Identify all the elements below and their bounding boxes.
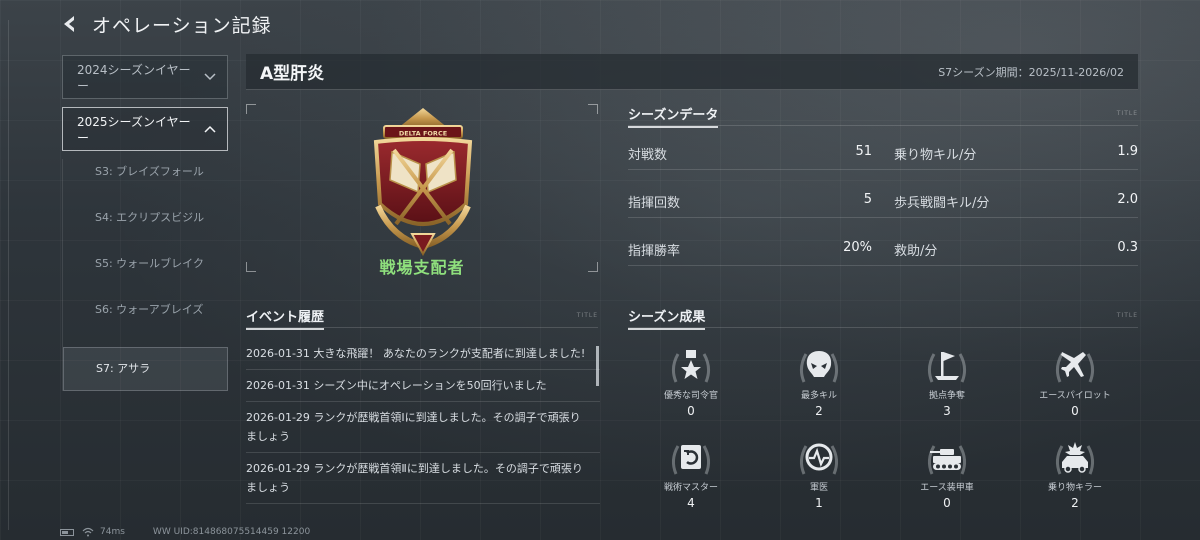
achievement-value: 2 xyxy=(815,404,823,418)
jet-icon xyxy=(1055,352,1095,383)
stat-row: 指揮回数 5 歩兵戦闘キル/分 2.0 xyxy=(628,184,1138,218)
achievement-most-kills[interactable]: 最多キル 2 xyxy=(756,340,882,424)
section-tag: TITLE xyxy=(576,312,598,319)
achievement-label: 優秀な司令官 xyxy=(663,391,718,401)
season-data-header: シーズンデータ TITLE xyxy=(628,104,1138,128)
achievement-armored-ace[interactable]: エース装甲車 0 xyxy=(884,432,1010,516)
season-year-label: 2024シーズンイヤー xyxy=(77,63,191,77)
achievement-value: 0 xyxy=(943,496,951,510)
stat-label: 乗り物キル/分 xyxy=(894,148,977,163)
event-item: 2026-01-31 大きな飛躍！ あなたのランクが支配者に到達しました! xyxy=(246,338,600,370)
achievement-label: 最多キル xyxy=(800,391,837,401)
stat-label: 対戦数 xyxy=(628,148,668,163)
user-uid: WW UID:814868075514459 12200 xyxy=(152,527,311,537)
stat-label: 指揮勝率 xyxy=(628,244,681,259)
season-year-2024[interactable]: 2024シーズンイヤーー xyxy=(62,55,228,99)
section-title: シーズン成果 xyxy=(628,306,706,330)
season-item-s4[interactable]: S4: エクリプスビジル xyxy=(63,205,228,251)
stat-label: 歩兵戦闘キル/分 xyxy=(894,196,990,211)
achievement-ace-pilot[interactable]: エースパイロット 0 xyxy=(1012,340,1138,424)
achievement-value: 2 xyxy=(1071,496,1079,510)
stat-value: 2.0 xyxy=(1117,192,1138,207)
achievement-label: 戦術マスター xyxy=(663,483,718,493)
achievement-label: 乗り物キラー xyxy=(1047,483,1102,493)
achievement-label: エース装甲車 xyxy=(920,483,974,493)
badge-text: DELTA FORCE xyxy=(399,130,447,138)
achievement-value: 0 xyxy=(687,404,695,418)
rank-badge-panel: DELTA FORCE 戦場支配者 xyxy=(246,104,598,277)
stat-value: 5 xyxy=(863,192,872,207)
skull-icon xyxy=(799,351,839,383)
profile-title-bar: A型肝炎 S7シーズン期間：2025/11-2026/02 xyxy=(246,54,1138,90)
back-arrow-icon xyxy=(64,16,74,32)
back-button[interactable] xyxy=(58,12,82,36)
medic-pulse-icon xyxy=(799,443,839,475)
ping-value: 74ms xyxy=(100,527,125,537)
achievement-label: 拠点争奪 xyxy=(928,391,965,401)
stat-value: 0.3 xyxy=(1117,240,1138,255)
season-year-2025[interactable]: 2025シーズンイヤーー xyxy=(62,107,228,151)
flag-capture-icon xyxy=(927,352,967,383)
frame-bracket xyxy=(8,20,18,530)
event-item: 2026-01-31 シーズン中にオペレーションを50回行いました xyxy=(246,370,600,402)
achievements-grid: 優秀な司令官 0 最多キル 2 拠点争奪 3 エースパイロット 0 戦術マスター… xyxy=(628,340,1138,518)
achievement-capture[interactable]: 拠点争奪 3 xyxy=(884,340,1010,424)
event-item: 2026-01-29 ランクが歴戦首領Ⅰに到達しました。その調子で頑張りましょう xyxy=(246,402,600,453)
season-item-s6[interactable]: S6: ウォーアブレイズ xyxy=(63,297,228,343)
battery-icon xyxy=(60,528,74,536)
season-achievements-header: シーズン成果 TITLE xyxy=(628,306,1138,330)
page-header: オペレーション記録 xyxy=(58,8,272,40)
season-item-s5[interactable]: S5: ウォールブレイク xyxy=(63,251,228,297)
section-tag: TITLE xyxy=(1116,110,1138,117)
season-item-s3[interactable]: S3: ブレイズフォール xyxy=(63,159,228,205)
stat-value: 1.9 xyxy=(1117,144,1138,159)
event-history-header: イベント履歴 TITLE xyxy=(246,306,598,330)
stat-row: 対戦数 51 乗り物キル/分 1.9 xyxy=(628,136,1138,170)
achievement-vehicle-killer[interactable]: 乗り物キラー 2 xyxy=(1012,432,1138,516)
season-list: S3: ブレイズフォール S4: エクリプスビジル S5: ウォールブレイク S… xyxy=(62,159,228,391)
stat-label: 指揮回数 xyxy=(628,196,681,211)
achievement-value: 3 xyxy=(943,404,951,418)
chevron-down-icon xyxy=(204,73,216,81)
tactics-icon xyxy=(671,445,711,475)
season-period: S7シーズン期間：2025/11-2026/02 xyxy=(938,65,1124,79)
wifi-icon xyxy=(82,527,94,537)
achievement-label: エースパイロット xyxy=(1039,391,1111,401)
section-title: シーズンデータ xyxy=(628,104,719,128)
season-item-s7[interactable]: S7: アサラ xyxy=(63,347,228,391)
section-tag: TITLE xyxy=(1116,312,1138,319)
tank-icon xyxy=(927,445,967,475)
vehicle-explosion-icon xyxy=(1055,442,1095,475)
stat-row: 指揮勝率 20% 救助/分 0.3 xyxy=(628,232,1138,266)
rank-name: 戦場支配者 xyxy=(379,258,465,277)
page-title: オペレーション記録 xyxy=(92,14,272,37)
season-nav: 2024シーズンイヤーー 2025シーズンイヤーー S3: ブレイズフォール S… xyxy=(62,55,228,391)
stat-value: 51 xyxy=(855,144,872,159)
section-title: イベント履歴 xyxy=(246,306,325,330)
achievement-commander[interactable]: 優秀な司令官 0 xyxy=(628,340,754,424)
achievement-tactics[interactable]: 戦術マスター 4 xyxy=(628,432,754,516)
achievement-medic[interactable]: 軍医 1 xyxy=(756,432,882,516)
event-history-list[interactable]: 2026-01-31 大きな飛躍！ あなたのランクが支配者に到達しました! 20… xyxy=(246,338,600,510)
achievement-value: 4 xyxy=(687,496,695,510)
stat-label: 救助/分 xyxy=(894,244,938,259)
event-item: 2026-01-29 ランクが歴戦首領Ⅱに到達しました。その調子で頑張りましょう xyxy=(246,453,600,504)
achievement-value: 1 xyxy=(815,496,823,510)
star-medal-icon xyxy=(671,350,711,383)
stat-value: 20% xyxy=(843,240,872,255)
rank-emblem-icon: DELTA FORCE xyxy=(373,108,473,256)
chevron-up-icon xyxy=(204,125,216,133)
player-name: A型肝炎 xyxy=(260,64,325,84)
season-year-label: 2025シーズンイヤー xyxy=(77,115,191,129)
status-bar: 74ms WW UID:814868075514459 12200 xyxy=(60,526,318,538)
achievement-value: 0 xyxy=(1071,404,1079,418)
event-scrollbar[interactable] xyxy=(596,346,599,386)
achievement-label: 軍医 xyxy=(809,483,828,493)
